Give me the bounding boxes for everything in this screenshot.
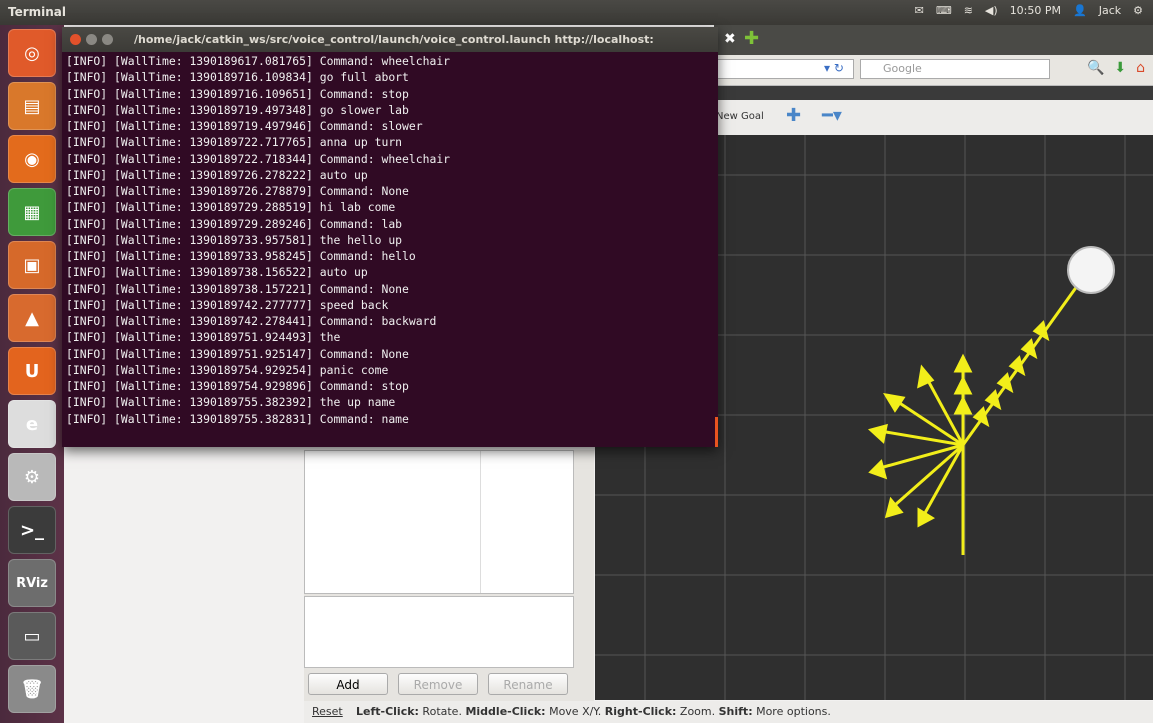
volume-icon[interactable]: ◀) <box>985 4 998 17</box>
help-text: Left-Click: Rotate. Middle-Click: Move X… <box>356 705 831 718</box>
goal-marker <box>1067 246 1115 294</box>
workspace-switcher-icon[interactable]: ▭ <box>8 612 56 660</box>
software-center-icon[interactable]: ▲ <box>8 294 56 342</box>
terminal-line: [INFO] [WallTime: 1390189722.717765] ann… <box>66 135 403 150</box>
firefox-icon[interactable]: ◉ <box>8 135 56 183</box>
terminal-line: [INFO] [WallTime: 1390189755.382831] Com… <box>66 411 409 426</box>
user-icon: 👤 <box>1073 4 1087 17</box>
terminal-line: [INFO] [WallTime: 1390189726.278879] Com… <box>66 184 409 198</box>
terminal-line: [INFO] [WallTime: 1390189738.157221] Com… <box>66 281 409 296</box>
terminal-output[interactable]: [INFO] [WallTime: 1390189617.081765] Com… <box>62 52 718 428</box>
rviz-icon[interactable]: RViz <box>8 559 56 607</box>
terminal-line: [INFO] [WallTime: 1390189733.958245] Com… <box>66 249 416 263</box>
system-settings-icon[interactable]: ⚙ <box>8 453 56 501</box>
unity-launcher: ◎ ▤ ◉ ▦ ▣ ▲ Ue ⚙ >_ RViz ▭ 🗑 <box>0 25 65 723</box>
libreoffice-impress-icon[interactable]: ▣ <box>8 241 56 289</box>
terminal-line: [INFO] [WallTime: 1390189726.278222] aut… <box>66 167 368 182</box>
search-icon[interactable]: 🔍 <box>1087 60 1104 76</box>
trash-icon[interactable]: 🗑 <box>8 665 56 713</box>
displays-list[interactable] <box>304 450 574 594</box>
terminal-line: [INFO] [WallTime: 1390189755.382392] the… <box>66 395 396 410</box>
displays-panel: Add Remove Rename <box>304 450 594 720</box>
terminal-line: [INFO] [WallTime: 1390189729.289246] Com… <box>66 216 403 231</box>
terminal-scrollbar[interactable] <box>714 52 718 447</box>
browser-tab-bar <box>714 25 1153 55</box>
user-name[interactable]: Jack <box>1099 4 1121 17</box>
terminal-line: [INFO] [WallTime: 1390189722.718344] Com… <box>66 151 451 166</box>
terminal-line: [INFO] [WallTime: 1390189754.929896] Com… <box>66 379 409 393</box>
rename-button[interactable]: Rename <box>488 673 568 695</box>
browser-page-header <box>714 86 1153 100</box>
terminal-line: [INFO] [WallTime: 1390189716.109834] go … <box>66 70 409 85</box>
active-app-name: Terminal <box>8 5 67 19</box>
close-window-icon[interactable] <box>70 34 81 45</box>
terminal-line: [INFO] [WallTime: 1390189754.929254] pan… <box>66 362 389 377</box>
libreoffice-calc-icon[interactable]: ▦ <box>8 188 56 236</box>
minimize-window-icon[interactable] <box>86 34 97 45</box>
terminal-line: [INFO] [WallTime: 1390189719.497946] Com… <box>66 119 423 133</box>
terminal-line: [INFO] [WallTime: 1390189751.924493] the <box>66 330 341 345</box>
remove-tool-icon[interactable]: ━▾ <box>822 105 842 126</box>
add-tool-icon[interactable]: ✚ <box>786 105 801 126</box>
new-tab-icon[interactable]: ✚ <box>744 28 759 49</box>
terminal-window[interactable]: /home/jack/catkin_ws/src/voice_control/l… <box>62 27 718 447</box>
network-icon[interactable]: ≋ <box>964 4 973 17</box>
ubuntu-one-icon[interactable]: U <box>8 347 56 395</box>
rviz-toolbar: New Goal ✚ ━▾ <box>714 100 1153 136</box>
terminal-line: [INFO] [WallTime: 1390189716.109651] Com… <box>66 86 409 101</box>
terminal-line: [INFO] [WallTime: 1390189751.925147] Com… <box>66 346 409 361</box>
files-icon[interactable]: ▤ <box>8 82 56 130</box>
remove-button[interactable]: Remove <box>398 673 478 695</box>
terminal-line: [INFO] [WallTime: 1390189742.277777] spe… <box>66 297 389 312</box>
keyboard-icon[interactable]: ⌨ <box>936 4 952 17</box>
terminal-line: [INFO] [WallTime: 1390189738.156522] aut… <box>66 265 368 280</box>
rviz-status-bar: Reset Left-Click: Rotate. Middle-Click: … <box>304 701 1153 723</box>
terminal-title: /home/jack/catkin_ws/src/voice_control/l… <box>134 33 654 46</box>
terminal-titlebar[interactable]: /home/jack/catkin_ws/src/voice_control/l… <box>62 27 718 52</box>
search-input[interactable]: Google <box>860 59 1050 79</box>
system-tray: ✉ ⌨ ≋ ◀) 10:50 PM 👤 Jack ⚙ <box>915 4 1143 17</box>
top-panel: Terminal ✉ ⌨ ≋ ◀) 10:50 PM 👤 Jack ⚙ <box>0 0 1153 25</box>
terminal-line: [INFO] [WallTime: 1390189719.497348] go … <box>66 102 409 117</box>
add-button[interactable]: Add <box>308 673 388 695</box>
terminal-line: [INFO] [WallTime: 1390189729.288519] hi … <box>66 200 396 215</box>
reset-link[interactable]: Reset <box>312 701 343 723</box>
download-icon[interactable]: ⬇ <box>1114 60 1126 76</box>
close-tab-icon[interactable]: ✖ <box>724 31 736 47</box>
display-description <box>304 596 574 668</box>
dash-home-icon[interactable]: ◎ <box>8 29 56 77</box>
new-goal-tool[interactable]: New Goal <box>716 111 764 122</box>
terminal-line: [INFO] [WallTime: 1390189742.278441] Com… <box>66 314 437 328</box>
terminal-line: [INFO] [WallTime: 1390189733.957581] the… <box>66 232 403 247</box>
maximize-window-icon[interactable] <box>102 34 113 45</box>
mail-icon[interactable]: ✉ <box>915 4 924 17</box>
home-icon[interactable]: ⌂ <box>1136 60 1145 76</box>
amazon-icon[interactable]: e <box>8 400 56 448</box>
browser-nav-bar: ▾ ↻ Google 🔍 ⬇ ⌂ <box>714 55 1153 86</box>
terminal-icon[interactable]: >_ <box>8 506 56 554</box>
reload-icon[interactable]: ▾ ↻ <box>824 61 844 75</box>
terminal-line: [INFO] [WallTime: 1390189617.081765] Com… <box>66 54 451 68</box>
power-gear-icon[interactable]: ⚙ <box>1133 4 1143 17</box>
clock[interactable]: 10:50 PM <box>1010 4 1061 17</box>
